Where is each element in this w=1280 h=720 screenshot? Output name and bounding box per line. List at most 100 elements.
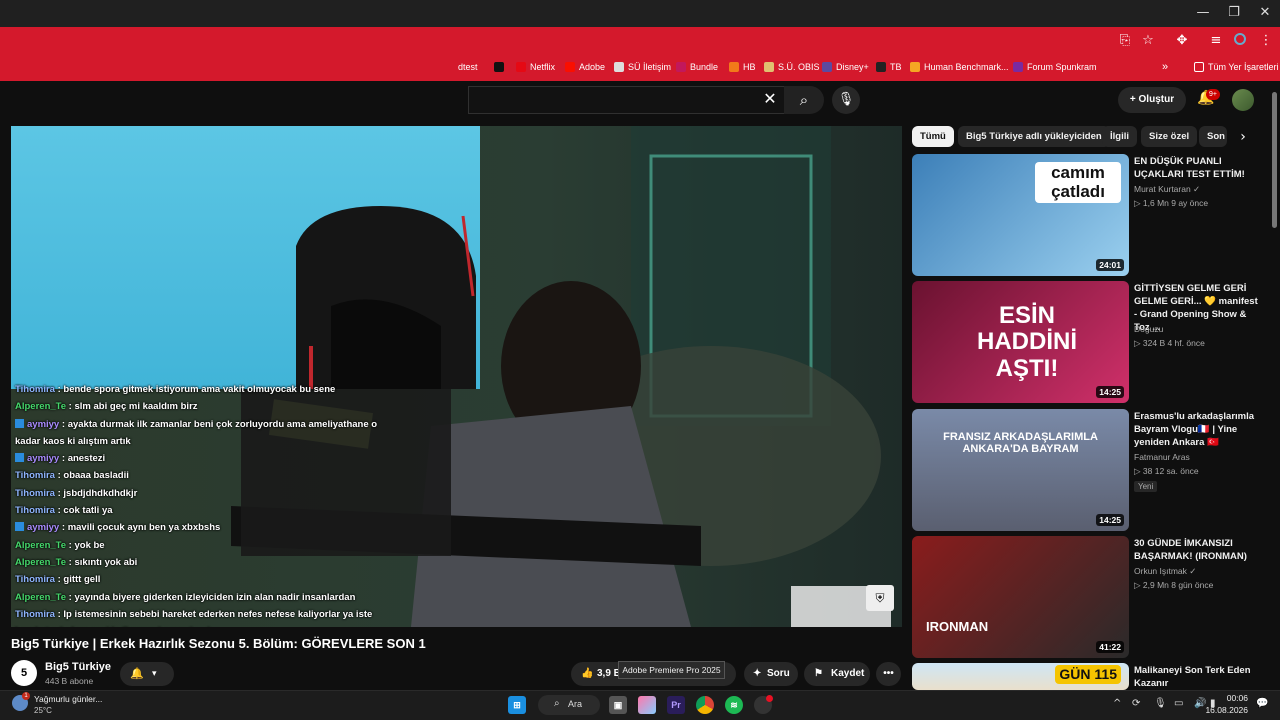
clear-search-icon[interactable]: ✕ [760,90,780,110]
search-input[interactable] [468,86,788,114]
spotify-icon[interactable]: ≋ [725,696,743,714]
clock-date[interactable]: 16.08.2026 [1196,705,1248,715]
chat-message: Alperen_Te : slm abi geç mi kaaldım birz [15,401,198,413]
search-button[interactable]: ⌕ [784,86,824,114]
prime-badge-icon [15,522,24,532]
chat-nickname: Tihomira [15,487,55,499]
bookmark-item[interactable]: Adobe [565,60,605,74]
channel-watermark-icon[interactable]: ⛨ [866,585,894,611]
save-button[interactable]: ⚑ Kaydet [804,662,870,686]
filter-chip[interactable]: Tümü [912,126,954,147]
sync-icon[interactable]: ⟳ [1132,698,1140,709]
bookmark-favicon-icon [516,62,526,72]
media-controls-icon[interactable]: ≡ [1208,33,1224,49]
chat-text: gittt gell [63,574,101,586]
bookmark-item[interactable]: dtest [458,60,478,74]
premiere-pro-icon[interactable]: Pr [667,696,685,714]
new-badge: Yeni [1134,481,1158,492]
photos-app-icon[interactable] [638,696,656,714]
related-title[interactable]: EN DÜŞÜK PUANLI UÇAKLARI TEST ETTİM! [1134,155,1262,181]
bookmark-star-icon[interactable]: ☆ [1140,33,1156,49]
all-bookmarks-label: Tüm Yer İşaretleri [1208,62,1279,72]
bookmark-item[interactable]: SÜ İletişim [614,60,671,74]
create-button[interactable]: + Oluştur [1118,87,1186,113]
close-window-button[interactable]: ✕ [1250,4,1280,22]
bookmark-item[interactable]: TB [876,60,902,74]
bookmark-item[interactable]: Bundle [676,60,718,74]
chat-text: slm abi geç mi kaaldım birz [74,401,198,413]
related-title[interactable]: 30 GÜNDE İMKANSIZI BAŞARMAK! (IRONMAN) [1134,537,1262,563]
chat-nickname: Alperen_Te [15,539,67,551]
chrome-icon[interactable] [696,696,714,714]
filter-chip[interactable]: Son [1199,126,1227,147]
network-icon[interactable]: ▭ [1174,698,1183,709]
account-avatar[interactable] [1232,89,1254,111]
page-scrollbar[interactable] [1272,92,1277,228]
related-thumbnail[interactable]: GÜN 115 [912,663,1129,690]
chat-text: bende spora gitmek istiyorum ama vakit o… [63,384,336,395]
related-channel[interactable]: Fatmanur Aras [1134,452,1190,462]
restore-button[interactable]: ❐ [1219,4,1249,22]
tray-overflow-icon[interactable]: ^ [1113,698,1121,709]
voice-search-icon[interactable]: 🎙 [832,86,860,114]
weather-temp: 25°C [34,706,52,715]
bookmark-favicon-icon [729,62,739,72]
channel-avatar[interactable]: 5 [11,660,37,686]
related-thumbnail[interactable]: camım çatladı 24:01 [912,154,1129,276]
bookmark-favicon-icon [614,62,624,72]
chips-next-icon[interactable]: › [1234,128,1252,146]
related-channel[interactable]: Orkun Işıtmak ✓ [1134,566,1196,577]
bookmark-item[interactable]: HB [729,60,756,74]
thumbnail-text: camım çatladı [1035,162,1121,204]
ask-button[interactable]: ✦ Soru [744,662,798,686]
filter-chip[interactable]: Big5 Türkiye adlı yükleyiciden [958,126,1110,147]
related-thumbnail[interactable]: IRONMAN 41:22 [912,536,1129,658]
minimize-button[interactable]: — [1188,4,1218,22]
related-title[interactable]: Erasmus'lu arkadaşlarımla Bayram Vlogu🇫🇷… [1134,410,1262,449]
bookmark-icon: ⚑ [814,668,823,679]
bookmark-item[interactable]: S.Ü. OBIS [764,60,820,74]
bookmark-label: Disney+ [836,62,869,72]
channel-name[interactable]: Big5 Türkiye [45,661,111,673]
bookmark-item[interactable]: Disney+ [822,60,869,74]
subscribed-bell-button[interactable]: 🔔 ▾ [120,662,174,686]
chat-nickname: Alperen_Te [15,591,67,603]
notification-center-icon[interactable]: 💬 [1256,698,1268,709]
subscriber-count: 443 B abone [45,676,94,686]
bookmark-favicon-icon [910,62,920,72]
related-channel[interactable]: Murat Kurtaran ✓ [1134,184,1200,195]
filter-chip[interactable]: Size özel [1141,126,1198,147]
bookmarks-overflow-icon[interactable]: » [1162,60,1168,74]
weather-title: Yağmurlu günler... [34,694,103,704]
all-bookmarks-folder[interactable]: Tüm Yer İşaretleri [1194,60,1279,74]
video-player[interactable]: Tihomira : bende spora gitmek istiyorum … [11,126,902,627]
install-app-icon[interactable]: ⎘ [1117,33,1133,49]
related-thumbnail[interactable]: ESİN HADDİNİ AŞTI! 14:25 [912,281,1129,403]
related-title[interactable]: Malikaneyi Son Terk Eden Kazanır [1134,664,1262,690]
bookmark-item[interactable]: Human Benchmark... [910,60,1009,74]
more-actions-button[interactable]: ••• [876,662,901,686]
app-notification-dot [766,695,773,702]
weather-badge: 1 [22,692,30,700]
filter-chip[interactable]: İlgili [1102,126,1137,147]
extensions-icon[interactable]: ✥ [1174,33,1190,49]
bookmark-item[interactable] [494,60,508,74]
chat-nickname: Alperen_Te [15,556,67,568]
related-channel[interactable]: Doguzu [1134,324,1163,334]
task-view-icon[interactable]: ▣ [609,696,627,714]
bookmark-label: S.Ü. OBIS [778,62,820,72]
microphone-icon[interactable]: 🎙 [1154,698,1167,709]
bookmark-item[interactable]: Netflix [516,60,555,74]
clock-time[interactable]: 00:06 [1210,693,1248,703]
profile-icon[interactable] [1232,33,1248,49]
related-thumbnail[interactable]: FRANSIZ ARKADAŞLARIMLA ANKARA'DA BAYRAM 1… [912,409,1129,531]
start-button-icon[interactable]: ⊞ [508,696,526,714]
sparkle-icon: ✦ [753,668,762,679]
chat-nickname: Tihomira [15,470,55,482]
chat-message: Tihomira : Ip istemesinin sebebi hareket… [11,606,381,627]
browser-menu-icon[interactable]: ⋮ [1258,33,1274,49]
chat-message: Tihomira : bende spora gitmek istiyorum … [15,384,336,395]
chat-nickname: aymiyy [27,453,60,465]
taskbar-search[interactable]: ⌕ Ara [538,695,600,715]
bookmark-item[interactable]: Forum Spunkram [1013,60,1097,74]
